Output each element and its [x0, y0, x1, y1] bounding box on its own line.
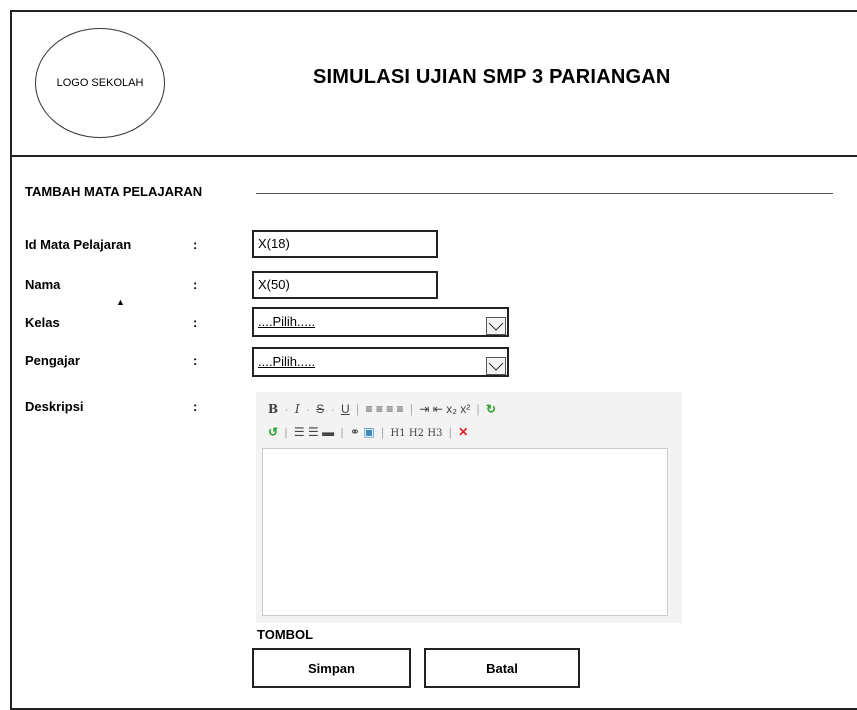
redo-icon[interactable]: ↻ — [486, 402, 496, 416]
buttons-group-label: TOMBOL — [257, 627, 314, 642]
label-nama: Nama — [25, 277, 61, 292]
remove-format-icon[interactable]: ✕ — [458, 425, 468, 439]
cancel-button[interactable]: Batal — [424, 648, 580, 688]
subscript-icon[interactable]: x₂ — [446, 402, 457, 416]
chevron-down-icon[interactable] — [486, 357, 506, 375]
header-divider — [10, 155, 857, 157]
colon: : — [193, 353, 198, 368]
label-kelas: Kelas — [25, 315, 60, 330]
kelas-select-value: ....Pilih..... — [258, 314, 316, 329]
outdent-icon[interactable]: ⇤ — [433, 402, 443, 416]
rich-text-editor: B · I · S · U | ≡ ≡ ≡ ≡ | ⇥ ⇤ x₂ x² | ↻ … — [256, 392, 682, 623]
id-mata-pelajaran-input[interactable]: X(18) — [252, 230, 438, 258]
school-logo: LOGO SEKOLAH — [35, 28, 165, 138]
editor-toolbar-row2: ↺ | ☰ ☰ ▬ | ⚭ ▣ | H1 H2 H3 | ✕ — [268, 425, 469, 439]
page-title: SIMULASI UJIAN SMP 3 PARIANGAN — [313, 66, 671, 88]
align-left-icon[interactable]: ≡ — [365, 402, 372, 416]
label-deskripsi: Deskripsi — [25, 399, 84, 414]
kelas-select[interactable]: ....Pilih..... — [252, 307, 509, 337]
mouse-cursor-icon: ▲ — [116, 297, 125, 307]
indent-icon[interactable]: ⇥ — [419, 402, 429, 416]
ordered-list-icon[interactable]: ☰ — [294, 425, 305, 439]
undo-icon[interactable]: ↺ — [268, 425, 278, 439]
heading1-icon[interactable]: H1 — [390, 428, 405, 439]
section-title: TAMBAH MATA PELAJARAN — [25, 184, 203, 199]
align-right-icon[interactable]: ≡ — [386, 402, 393, 416]
pengajar-select[interactable]: ....Pilih..... — [252, 347, 509, 377]
align-center-icon[interactable]: ≡ — [376, 402, 383, 416]
editor-toolbar-row1: B · I · S · U | ≡ ≡ ≡ ≡ | ⇥ ⇤ x₂ x² | ↻ — [268, 402, 497, 416]
colon: : — [193, 399, 198, 414]
italic-icon[interactable]: I — [295, 402, 300, 416]
description-textarea[interactable] — [262, 448, 668, 616]
colon: : — [193, 237, 198, 252]
nama-input[interactable]: X(50) — [252, 271, 438, 299]
justify-icon[interactable]: ≡ — [397, 402, 404, 416]
logo-text: LOGO SEKOLAH — [56, 77, 144, 89]
superscript-icon[interactable]: x² — [460, 402, 470, 416]
save-button[interactable]: Simpan — [252, 648, 411, 688]
label-id-mata-pelajaran: Id Mata Pelajaran — [25, 237, 132, 252]
colon: : — [193, 277, 198, 292]
bold-icon[interactable]: B — [268, 402, 278, 416]
colon: : — [193, 315, 198, 330]
chevron-down-icon[interactable] — [486, 317, 506, 335]
unordered-list-icon[interactable]: ☰ — [308, 425, 319, 439]
heading3-icon[interactable]: H3 — [427, 428, 442, 439]
pengajar-select-value: ....Pilih..... — [258, 354, 316, 369]
strikethrough-icon[interactable]: S — [316, 402, 324, 416]
heading2-icon[interactable]: H2 — [409, 428, 424, 439]
image-icon[interactable]: ▣ — [363, 425, 374, 439]
section-divider — [256, 193, 833, 194]
link-icon[interactable]: ⚭ — [350, 425, 360, 439]
underline-icon[interactable]: U — [341, 402, 350, 416]
label-pengajar: Pengajar — [25, 353, 80, 368]
horizontal-rule-icon[interactable]: ▬ — [322, 425, 334, 439]
